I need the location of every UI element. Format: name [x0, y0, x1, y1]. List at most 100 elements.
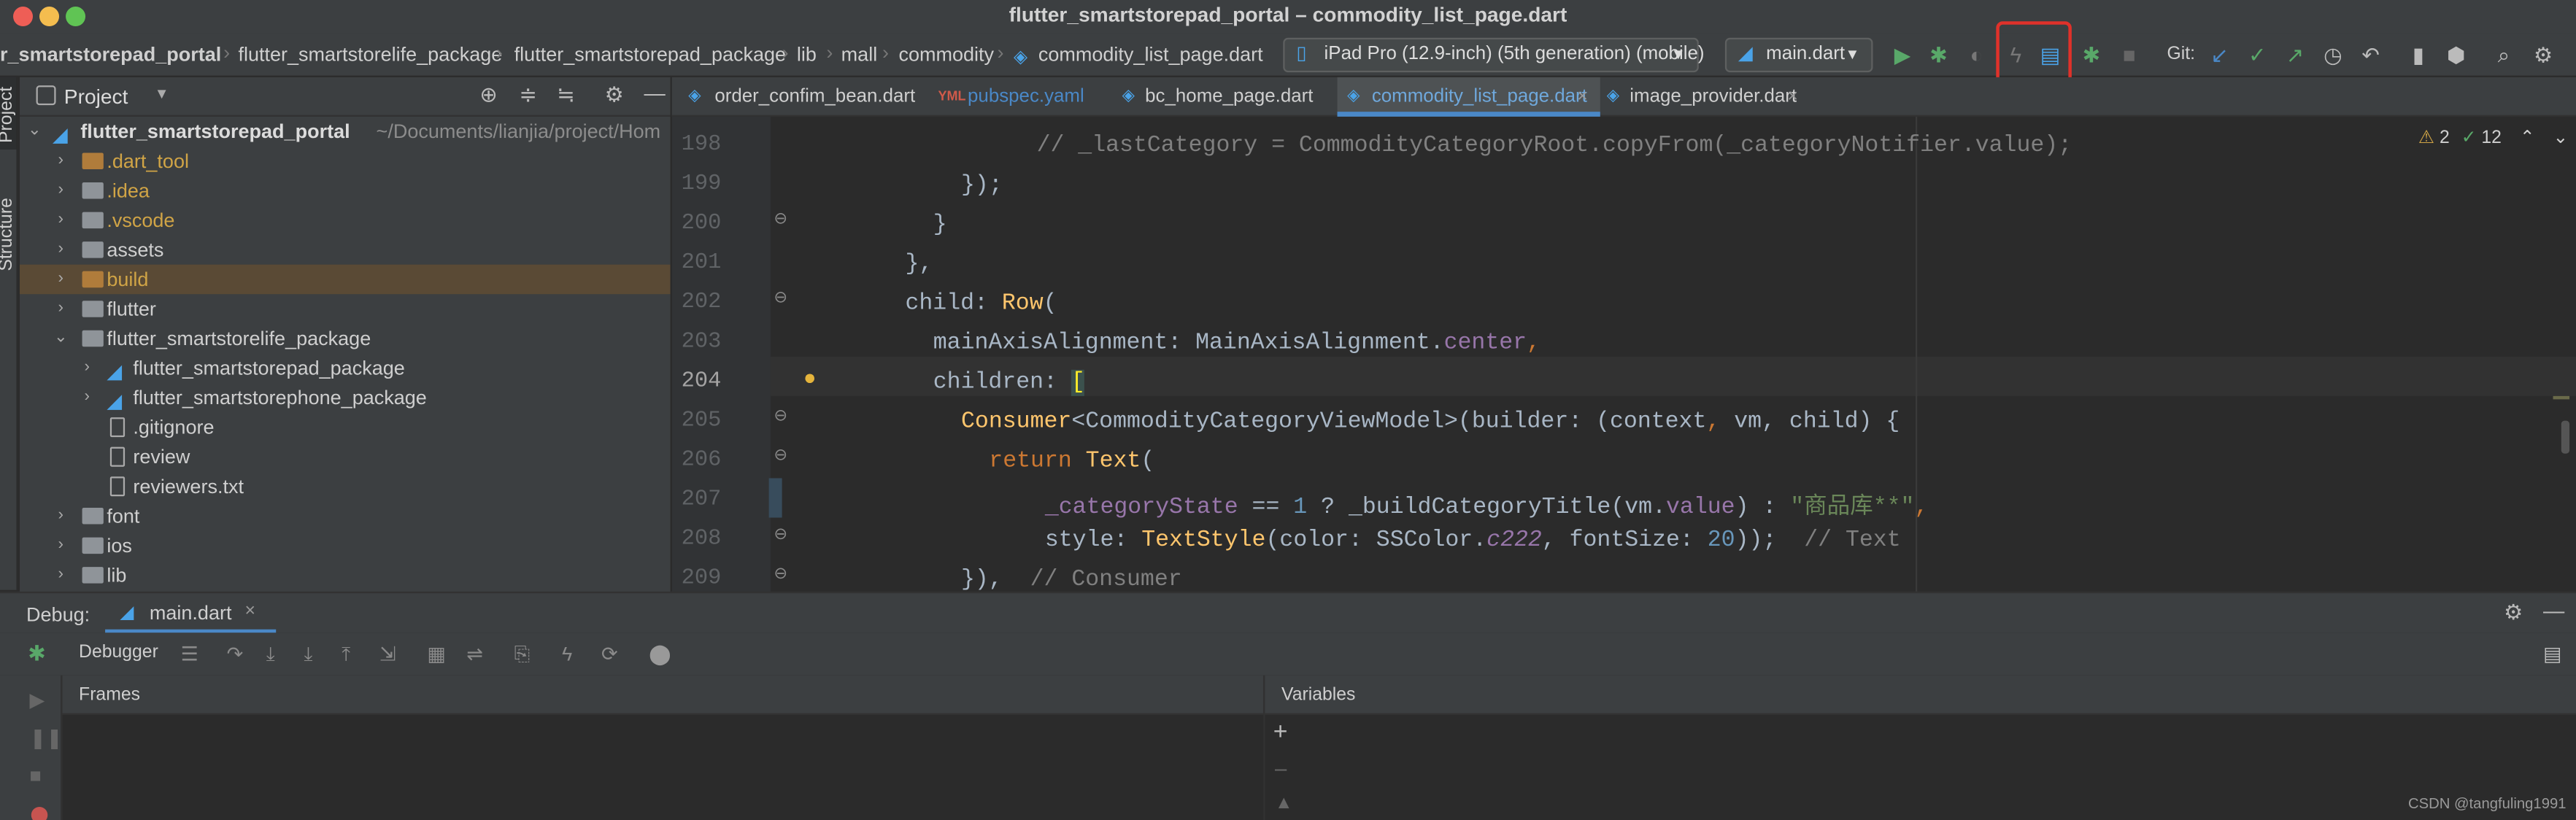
expand-all-icon[interactable]: ≑	[519, 82, 537, 109]
close-tab-icon[interactable]: ×	[1577, 77, 1587, 117]
fold-marker-icon[interactable]: ⊖	[774, 289, 787, 307]
remove-watch-icon[interactable]: –	[1275, 756, 1287, 781]
git-push-icon[interactable]: ↗	[2282, 43, 2308, 69]
breadcrumb-life-package[interactable]: flutter_smartstorelife_package	[238, 43, 502, 66]
previous-highlight-icon[interactable]: ⌃	[2520, 128, 2535, 148]
minimize-window-button[interactable]	[39, 7, 60, 27]
tab-order-confim-bean[interactable]: ◈ order_confim_bean.dart	[675, 77, 922, 117]
debugger-tab[interactable]: Debugger	[79, 643, 158, 662]
tree-row-review[interactable]: review	[20, 442, 671, 472]
chevron-right-icon[interactable]: ›	[53, 176, 69, 206]
tree-row-build[interactable]: › build	[20, 264, 671, 295]
run-icon[interactable]: ▶	[1889, 43, 1916, 69]
breadcrumb-lib[interactable]: lib	[797, 43, 817, 66]
tab-image-provider[interactable]: ◈ image_provider.dart ×	[1607, 77, 1821, 117]
breadcrumb-file[interactable]: commodity_list_page.dart	[1038, 43, 1263, 66]
run-to-cursor-icon[interactable]: ⇲	[379, 643, 396, 666]
chevron-right-icon[interactable]: ›	[53, 531, 69, 561]
fold-marker-icon[interactable]: ⊖	[774, 408, 787, 426]
collapse-all-icon[interactable]: ≒	[557, 82, 575, 109]
lightbulb-icon[interactable]: ●	[803, 365, 817, 390]
debug-icon[interactable]: ✱	[1926, 43, 1952, 69]
tree-row-dart-tool[interactable]: › .dart_tool	[20, 146, 671, 176]
git-commit-icon[interactable]: ✓	[2244, 43, 2270, 69]
pause-icon[interactable]: ❚❚	[30, 727, 63, 750]
hide-panel-icon[interactable]: —	[644, 80, 666, 105]
gear-icon[interactable]: ⚙	[2504, 600, 2523, 626]
chevron-down-icon[interactable]: ▼	[155, 85, 169, 102]
force-step-into-icon[interactable]: ⤓	[304, 643, 312, 668]
layout-icon[interactable]: ▤	[2543, 643, 2562, 666]
breadcrumb-commodity[interactable]: commodity	[898, 43, 994, 66]
tree-row-phone-package[interactable]: › ◢ flutter_smartstorephone_package	[20, 383, 671, 413]
breakpoint-icon[interactable]	[31, 806, 48, 820]
hot-restart-icon[interactable]: ⟳	[601, 643, 618, 666]
tree-row-ios[interactable]: › ios	[20, 531, 671, 561]
chevron-right-icon[interactable]: ›	[53, 235, 69, 265]
run-config-selector[interactable]: ◢ main.dart ▼	[1724, 37, 1873, 73]
chevron-right-icon[interactable]: ›	[79, 383, 96, 413]
locate-icon[interactable]: ⊕	[479, 82, 498, 109]
device-manager-icon[interactable]: ▮	[2405, 43, 2432, 69]
tree-row-reviewers[interactable]: reviewers.txt	[20, 471, 671, 501]
evaluate-icon[interactable]: ▦	[427, 643, 446, 666]
tree-row-font[interactable]: › font	[20, 501, 671, 531]
history-icon[interactable]: ◷	[2320, 43, 2346, 69]
move-up-icon[interactable]: ▲	[1275, 794, 1293, 813]
tab-commodity-list-page[interactable]: ◈ commodity_list_page.dart ×	[1337, 77, 1600, 117]
hot-reload-icon[interactable]: ϟ	[2002, 43, 2029, 69]
restore-frame-icon[interactable]: ⎘	[514, 643, 531, 668]
debug-session-tab[interactable]: ◢ main.dart ×	[105, 593, 277, 635]
hot-restart-icon[interactable]: ▤	[2037, 43, 2064, 69]
stop-icon[interactable]: ■	[2116, 43, 2143, 69]
chevron-down-icon[interactable]: ⌄	[26, 117, 43, 147]
project-panel-title[interactable]: Project	[64, 85, 128, 109]
fold-marker-icon[interactable]: ⊖	[774, 210, 787, 228]
chevron-right-icon[interactable]: ›	[53, 294, 69, 324]
git-update-icon[interactable]: ↙	[2206, 43, 2232, 69]
chevron-right-icon[interactable]: ›	[53, 206, 69, 236]
close-window-button[interactable]	[13, 7, 34, 27]
code-editor[interactable]: 198 199 200 201 202 203 204 205 206 207 …	[671, 116, 2576, 592]
attach-debugger-icon[interactable]: ✱	[2078, 43, 2105, 69]
tree-row-root[interactable]: ⌄ ◢ flutter_smartstorepad_portal ~/Docum…	[20, 117, 671, 147]
tree-row-flutter[interactable]: › flutter	[20, 294, 671, 324]
structure-tool-label[interactable]: Structure	[0, 198, 17, 271]
inspection-widget[interactable]: ⚠ 2 ✓ 12 ⌃ ⌄	[2418, 126, 2568, 148]
project-tool-label[interactable]: Project	[0, 87, 17, 143]
step-into-icon[interactable]: ⤓	[266, 643, 275, 668]
hot-reload-icon[interactable]: ϟ	[562, 643, 572, 666]
search-icon[interactable]: ⌕	[2491, 43, 2517, 69]
vertical-scrollbar[interactable]	[2561, 420, 2570, 454]
fold-marker-icon[interactable]: ⊖	[774, 526, 787, 544]
fold-marker-icon[interactable]: ⊖	[774, 447, 787, 465]
device-selector[interactable]: ▯ iPad Pro (12.9-inch) (5th generation) …	[1283, 37, 1704, 73]
zoom-window-button[interactable]	[66, 7, 86, 27]
tree-row-vscode[interactable]: › .vscode	[20, 206, 671, 236]
tree-row-lib[interactable]: › lib	[20, 560, 671, 590]
breadcrumb-project[interactable]: r_smartstorepad_portal	[0, 43, 221, 66]
chevron-right-icon[interactable]: ›	[53, 560, 69, 590]
chevron-down-icon[interactable]: ⌄	[53, 324, 69, 354]
hide-panel-icon[interactable]: —	[2543, 598, 2564, 623]
trace-icon[interactable]: ⇌	[466, 643, 483, 666]
tree-row-life-package[interactable]: ⌄ flutter_smartstorelife_package	[20, 324, 671, 354]
mute-breakpoints-icon[interactable]: ⬤	[649, 643, 671, 666]
tree-row-gitignore[interactable]: .gitignore	[20, 412, 671, 442]
tab-bc-home-page[interactable]: ◈ bc_home_page.dart	[1112, 77, 1342, 117]
sdk-manager-icon[interactable]: ⬢	[2443, 43, 2469, 69]
fold-marker-icon[interactable]: ⊖	[774, 565, 787, 584]
breadcrumb-mall[interactable]: mall	[841, 43, 878, 66]
step-over-icon[interactable]: ↷	[227, 643, 244, 666]
step-out-icon[interactable]: ⤒	[342, 643, 350, 668]
resume-icon[interactable]: ▶	[30, 689, 45, 712]
tree-row-assets[interactable]: › assets	[20, 235, 671, 265]
chevron-right-icon[interactable]: ›	[53, 265, 69, 295]
tree-row-idea[interactable]: › .idea	[20, 176, 671, 206]
breadcrumb-pad-package[interactable]: flutter_smartstorepad_package	[514, 43, 786, 66]
chevron-right-icon[interactable]: ›	[53, 501, 69, 531]
chevron-right-icon[interactable]: ›	[53, 146, 69, 176]
tab-pubspec[interactable]: YML pubspec.yaml	[928, 77, 1106, 117]
gear-icon[interactable]: ⚙	[604, 82, 623, 109]
menu-icon[interactable]: ☰	[181, 643, 198, 666]
